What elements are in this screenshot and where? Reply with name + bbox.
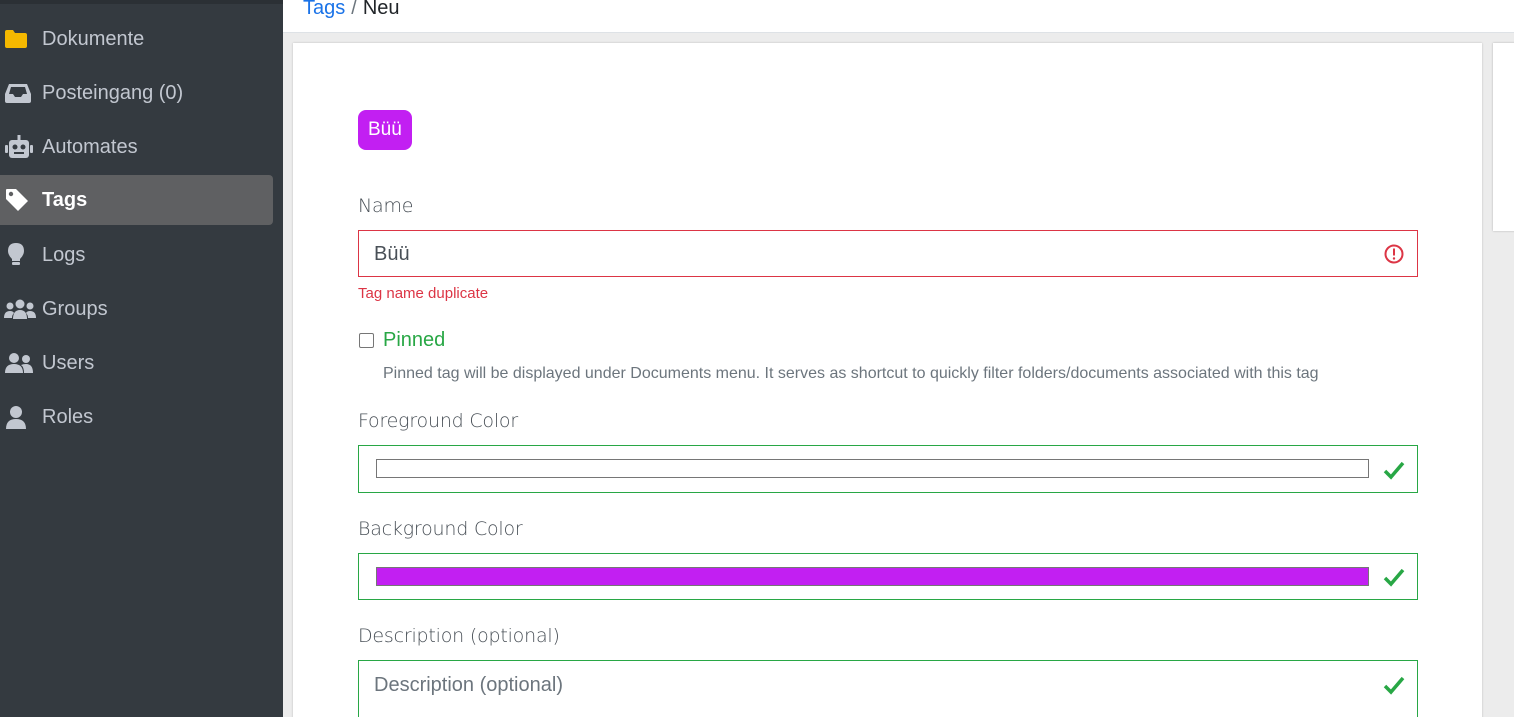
sidebar: Dokumente Posteingang (0) Automates Tags… [0, 0, 283, 717]
name-label: Name [358, 195, 414, 217]
breadcrumb-separator: / [351, 0, 357, 19]
breadcrumb-current: Neu [362, 0, 400, 19]
sidebar-item-automates[interactable]: Automates [0, 122, 273, 172]
description-placeholder: Description (optional) [374, 674, 563, 696]
sidebar-item-groups[interactable]: Groups [0, 284, 273, 334]
sidebar-item-posteingang[interactable]: Posteingang (0) [0, 68, 273, 118]
user-friends-icon [0, 351, 42, 375]
pinned-label[interactable]: Pinned [383, 329, 445, 352]
tag-preview-badge: Büü [358, 110, 412, 150]
error-circle-icon [1383, 243, 1405, 265]
sidebar-item-label: Dokumente [42, 28, 145, 50]
sidebar-item-label: Tags [42, 189, 88, 211]
side-panel-card [1493, 43, 1514, 231]
sidebar-item-label: Automates [42, 136, 138, 158]
tag-icon [0, 188, 42, 212]
sidebar-item-label: Roles [42, 406, 94, 428]
name-input-value: Büü [374, 243, 410, 265]
sidebar-item-label: Users [42, 352, 95, 374]
sidebar-item-label: Posteingang (0) [42, 82, 184, 104]
check-icon [1383, 674, 1405, 696]
sidebar-top-line [0, 0, 283, 4]
folder-icon [0, 27, 42, 51]
robot-icon [0, 135, 42, 159]
foreground-color-swatch[interactable] [376, 459, 1369, 478]
name-input[interactable]: Büü [358, 230, 1418, 277]
background-color-label: Background Color [358, 518, 523, 540]
description-label: Description (optional) [358, 625, 560, 647]
background-color-input[interactable] [358, 553, 1418, 600]
description-textarea[interactable]: Description (optional) [358, 660, 1418, 717]
sidebar-item-dokumente[interactable]: Dokumente [0, 14, 273, 64]
sidebar-item-label: Logs [42, 244, 86, 266]
sidebar-item-users[interactable]: Users [0, 338, 273, 388]
check-icon [1383, 566, 1405, 588]
breadcrumb: Tags / Neu [303, 0, 400, 20]
tag-form-card: Büü Name Büü Tag name duplicate Pinned P… [293, 43, 1482, 717]
sidebar-item-tags[interactable]: Tags [0, 175, 273, 225]
lightbulb-icon [0, 243, 42, 267]
name-error-message: Tag name duplicate [358, 285, 489, 302]
pinned-help-text: Pinned tag will be displayed under Docum… [383, 365, 1319, 382]
users-group-icon [0, 297, 42, 321]
sidebar-item-label: Groups [42, 298, 108, 320]
background-color-swatch[interactable] [376, 567, 1369, 586]
foreground-color-input[interactable] [358, 445, 1418, 493]
user-icon [0, 405, 42, 429]
check-icon [1383, 459, 1405, 481]
sidebar-item-roles[interactable]: Roles [0, 392, 273, 442]
inbox-icon [0, 81, 42, 105]
breadcrumb-link-tags[interactable]: Tags [303, 0, 345, 19]
foreground-color-label: Foreground Color [358, 410, 518, 432]
top-header: Tags / Neu [283, 0, 1514, 33]
pinned-checkbox[interactable] [359, 333, 374, 348]
sidebar-item-logs[interactable]: Logs [0, 230, 273, 280]
